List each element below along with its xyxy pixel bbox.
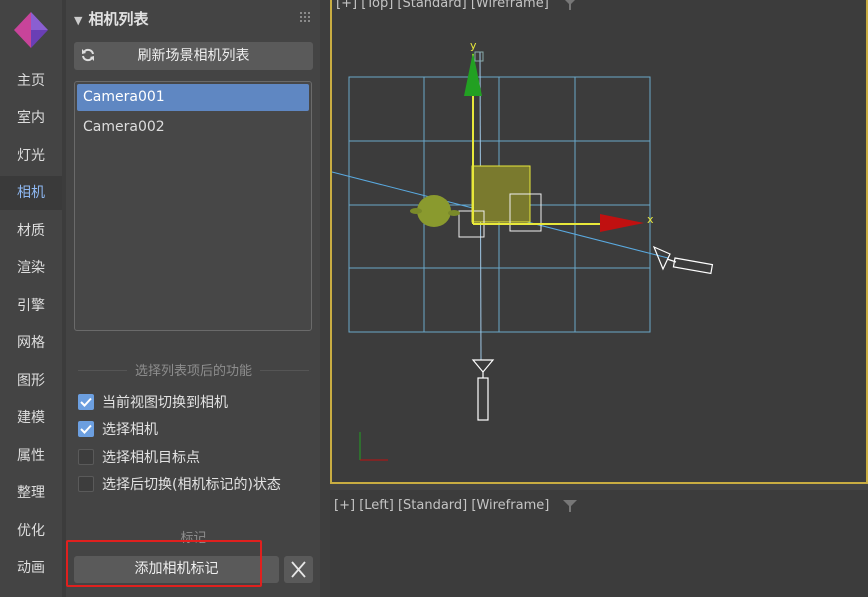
viewport-label: [+] [Left] [Standard] [Wireframe] [334, 498, 578, 513]
viewport-top[interactable]: [+] [Top] [Standard] [Wireframe] y x [330, 0, 868, 484]
clear-mark-button[interactable] [284, 556, 313, 583]
sidebar-item-organize[interactable]: 整理 [0, 476, 62, 510]
panel-resize-bar[interactable] [320, 0, 330, 597]
panel-header[interactable]: ▼ 相机列表 [74, 8, 148, 30]
viewport-left[interactable]: [+] [Left] [Standard] [Wireframe] [330, 490, 868, 597]
axis-x-label: x [647, 213, 654, 226]
sidebar-item-material[interactable]: 材质 [0, 214, 62, 248]
sidebar-item-lights[interactable]: 灯光 [0, 139, 62, 173]
viewport-menu-view[interactable]: [Left] [359, 498, 394, 513]
viewport-menu-plus[interactable]: [+] [334, 498, 355, 513]
option-label: 选择相机目标点 [102, 450, 200, 466]
checkbox-unchecked[interactable] [78, 449, 94, 465]
panel-title: 相机列表 [88, 10, 149, 28]
sidebar-item-interior[interactable]: 室内 [0, 101, 62, 135]
checkbox-checked[interactable] [78, 421, 94, 437]
option-label: 当前视图切换到相机 [102, 395, 228, 411]
section-divider: 选择列表项后的功能 [74, 360, 313, 380]
checkbox-unchecked[interactable] [78, 476, 94, 492]
viewport-menu-mode[interactable]: [Wireframe] [471, 498, 549, 513]
camera-target[interactable] [474, 51, 484, 62]
app-logo [14, 12, 48, 48]
filter-icon[interactable] [563, 499, 578, 512]
option-label: 选择相机 [102, 422, 158, 438]
sidebar-item-mesh[interactable]: 网格 [0, 326, 62, 360]
refresh-icon [82, 48, 94, 62]
list-item[interactable]: Camera002 [77, 114, 309, 141]
checkbox-checked[interactable] [78, 394, 94, 410]
scene-canvas: y x [332, 39, 714, 461]
collapse-triangle-icon[interactable]: ▼ [74, 14, 82, 27]
sidebar-item-optimize[interactable]: 优化 [0, 514, 62, 548]
camera-icon[interactable] [471, 359, 495, 421]
check-icon [80, 397, 92, 407]
gizmo-x-arrow[interactable] [600, 214, 644, 232]
section-label: 选择列表项后的功能 [126, 364, 260, 379]
sidebar-item-shapes[interactable]: 图形 [0, 364, 62, 398]
mark-section-label: 标记 [180, 531, 207, 546]
axis-y-label: y [470, 39, 477, 52]
sidebar-item-camera[interactable]: 相机 [0, 176, 62, 210]
teapot-object[interactable] [410, 195, 460, 227]
close-icon [291, 561, 306, 578]
viewport-menu-shading[interactable]: [Standard] [398, 498, 467, 513]
sidebar-item-home[interactable]: 主页 [0, 64, 62, 98]
drag-grip-icon[interactable] [300, 12, 312, 24]
camera-list-panel: ▼ 相机列表 刷新场景相机列表 Camera001 Camera002 选择列表项… [66, 0, 320, 597]
gizmo-y-arrow[interactable] [464, 52, 482, 96]
check-icon [80, 424, 92, 434]
sidebar-item-engine[interactable]: 引擎 [0, 289, 62, 323]
camera-listbox[interactable]: Camera001 Camera002 [74, 81, 312, 331]
sidebar-item-animation[interactable]: 动画 [0, 551, 62, 585]
sidebar: 主页 室内 灯光 相机 材质 渲染 引擎 网格 图形 建模 属性 整理 优化 动… [0, 0, 62, 597]
sidebar-item-properties[interactable]: 属性 [0, 439, 62, 473]
refresh-label: 刷新场景相机列表 [137, 48, 250, 64]
sidebar-item-modeling[interactable]: 建模 [0, 401, 62, 435]
add-camera-mark-button[interactable]: 添加相机标记 [74, 556, 279, 583]
list-item[interactable]: Camera001 [77, 84, 309, 111]
sidebar-item-render[interactable]: 渲染 [0, 251, 62, 285]
option-label: 选择后切换(相机标记的)状态 [102, 477, 281, 493]
camera-icon[interactable] [652, 245, 714, 275]
refresh-camera-list-button[interactable]: 刷新场景相机列表 [74, 42, 313, 70]
